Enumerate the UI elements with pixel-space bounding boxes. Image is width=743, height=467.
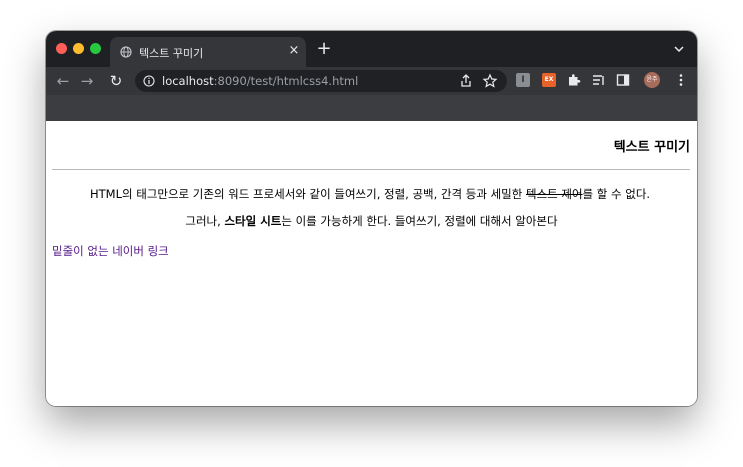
chevron-down-icon[interactable] [672, 42, 686, 56]
divider [52, 169, 690, 170]
close-window-button[interactable] [56, 43, 67, 54]
browser-window: 텍스트 꾸미기 × + ← → ↻ localhost:8090/test/ht… [46, 31, 697, 406]
p1-text-before: HTML의 태그만으로 기존의 워드 프로세서와 같이 들여쓰기, 정렬, 공백… [90, 187, 526, 201]
back-arrow-icon[interactable]: ← [53, 71, 73, 91]
address-bar[interactable]: localhost:8090/test/htmlcss4.html [135, 70, 507, 92]
tab-strip: 텍스트 꾸미기 × + [46, 31, 697, 67]
p2-text-after: 는 이를 가능하게 한다. 들여쓰기, 정렬에 대해서 알아본다 [281, 214, 558, 228]
side-panel-icon[interactable] [616, 73, 630, 87]
paragraph-center: 그러나, 스타일 시트는 이를 가능하게 한다. 들여쓰기, 정렬에 대해서 알… [46, 213, 697, 229]
info-icon[interactable] [143, 75, 155, 87]
page-content: 텍스트 꾸미기 HTML의 태그만으로 기존의 워드 프로세서와 같이 들여쓰기… [46, 121, 697, 406]
extension-i-label: I [521, 75, 525, 85]
profile-initials: 윤주 [646, 76, 658, 83]
bookmark-star-icon[interactable] [482, 73, 498, 89]
maximize-window-button[interactable] [90, 43, 101, 54]
globe-icon [120, 46, 132, 58]
more-menu-icon[interactable] [674, 73, 688, 87]
extension-ex-label: EX [544, 76, 554, 83]
reload-icon[interactable]: ↻ [106, 71, 126, 91]
extensions-puzzle-icon[interactable] [567, 73, 581, 87]
tab-close-icon[interactable]: × [286, 43, 302, 59]
paragraph-indent: HTML의 태그만으로 기존의 워드 프로세서와 같이 들여쓰기, 정렬, 공백… [90, 186, 650, 202]
p1-text-after: 를 할 수 없다. [582, 187, 651, 201]
forward-arrow-icon[interactable]: → [77, 71, 97, 91]
naver-link[interactable]: 밑줄이 없는 네이버 링크 [52, 243, 169, 259]
extension-i-icon[interactable]: I [516, 73, 530, 87]
page-title: 텍스트 꾸미기 [613, 140, 690, 155]
tab-title: 텍스트 꾸미기 [139, 47, 204, 60]
bookmarks-bar [46, 95, 697, 121]
reading-list-icon[interactable] [592, 73, 606, 87]
bold-text: 스타일 시트 [224, 214, 282, 228]
p2-text-before: 그러나, [185, 214, 225, 228]
active-tab[interactable]: 텍스트 꾸미기 × [110, 37, 306, 67]
profile-avatar[interactable]: 윤주 [644, 72, 660, 88]
extension-ex-icon[interactable]: EX [542, 73, 556, 87]
new-tab-button[interactable]: + [314, 39, 334, 59]
minimize-window-button[interactable] [73, 43, 84, 54]
strikethrough-text: 텍스트 제어 [525, 187, 583, 201]
share-icon[interactable] [458, 73, 474, 89]
url-text: localhost:8090/test/htmlcss4.html [162, 74, 359, 88]
